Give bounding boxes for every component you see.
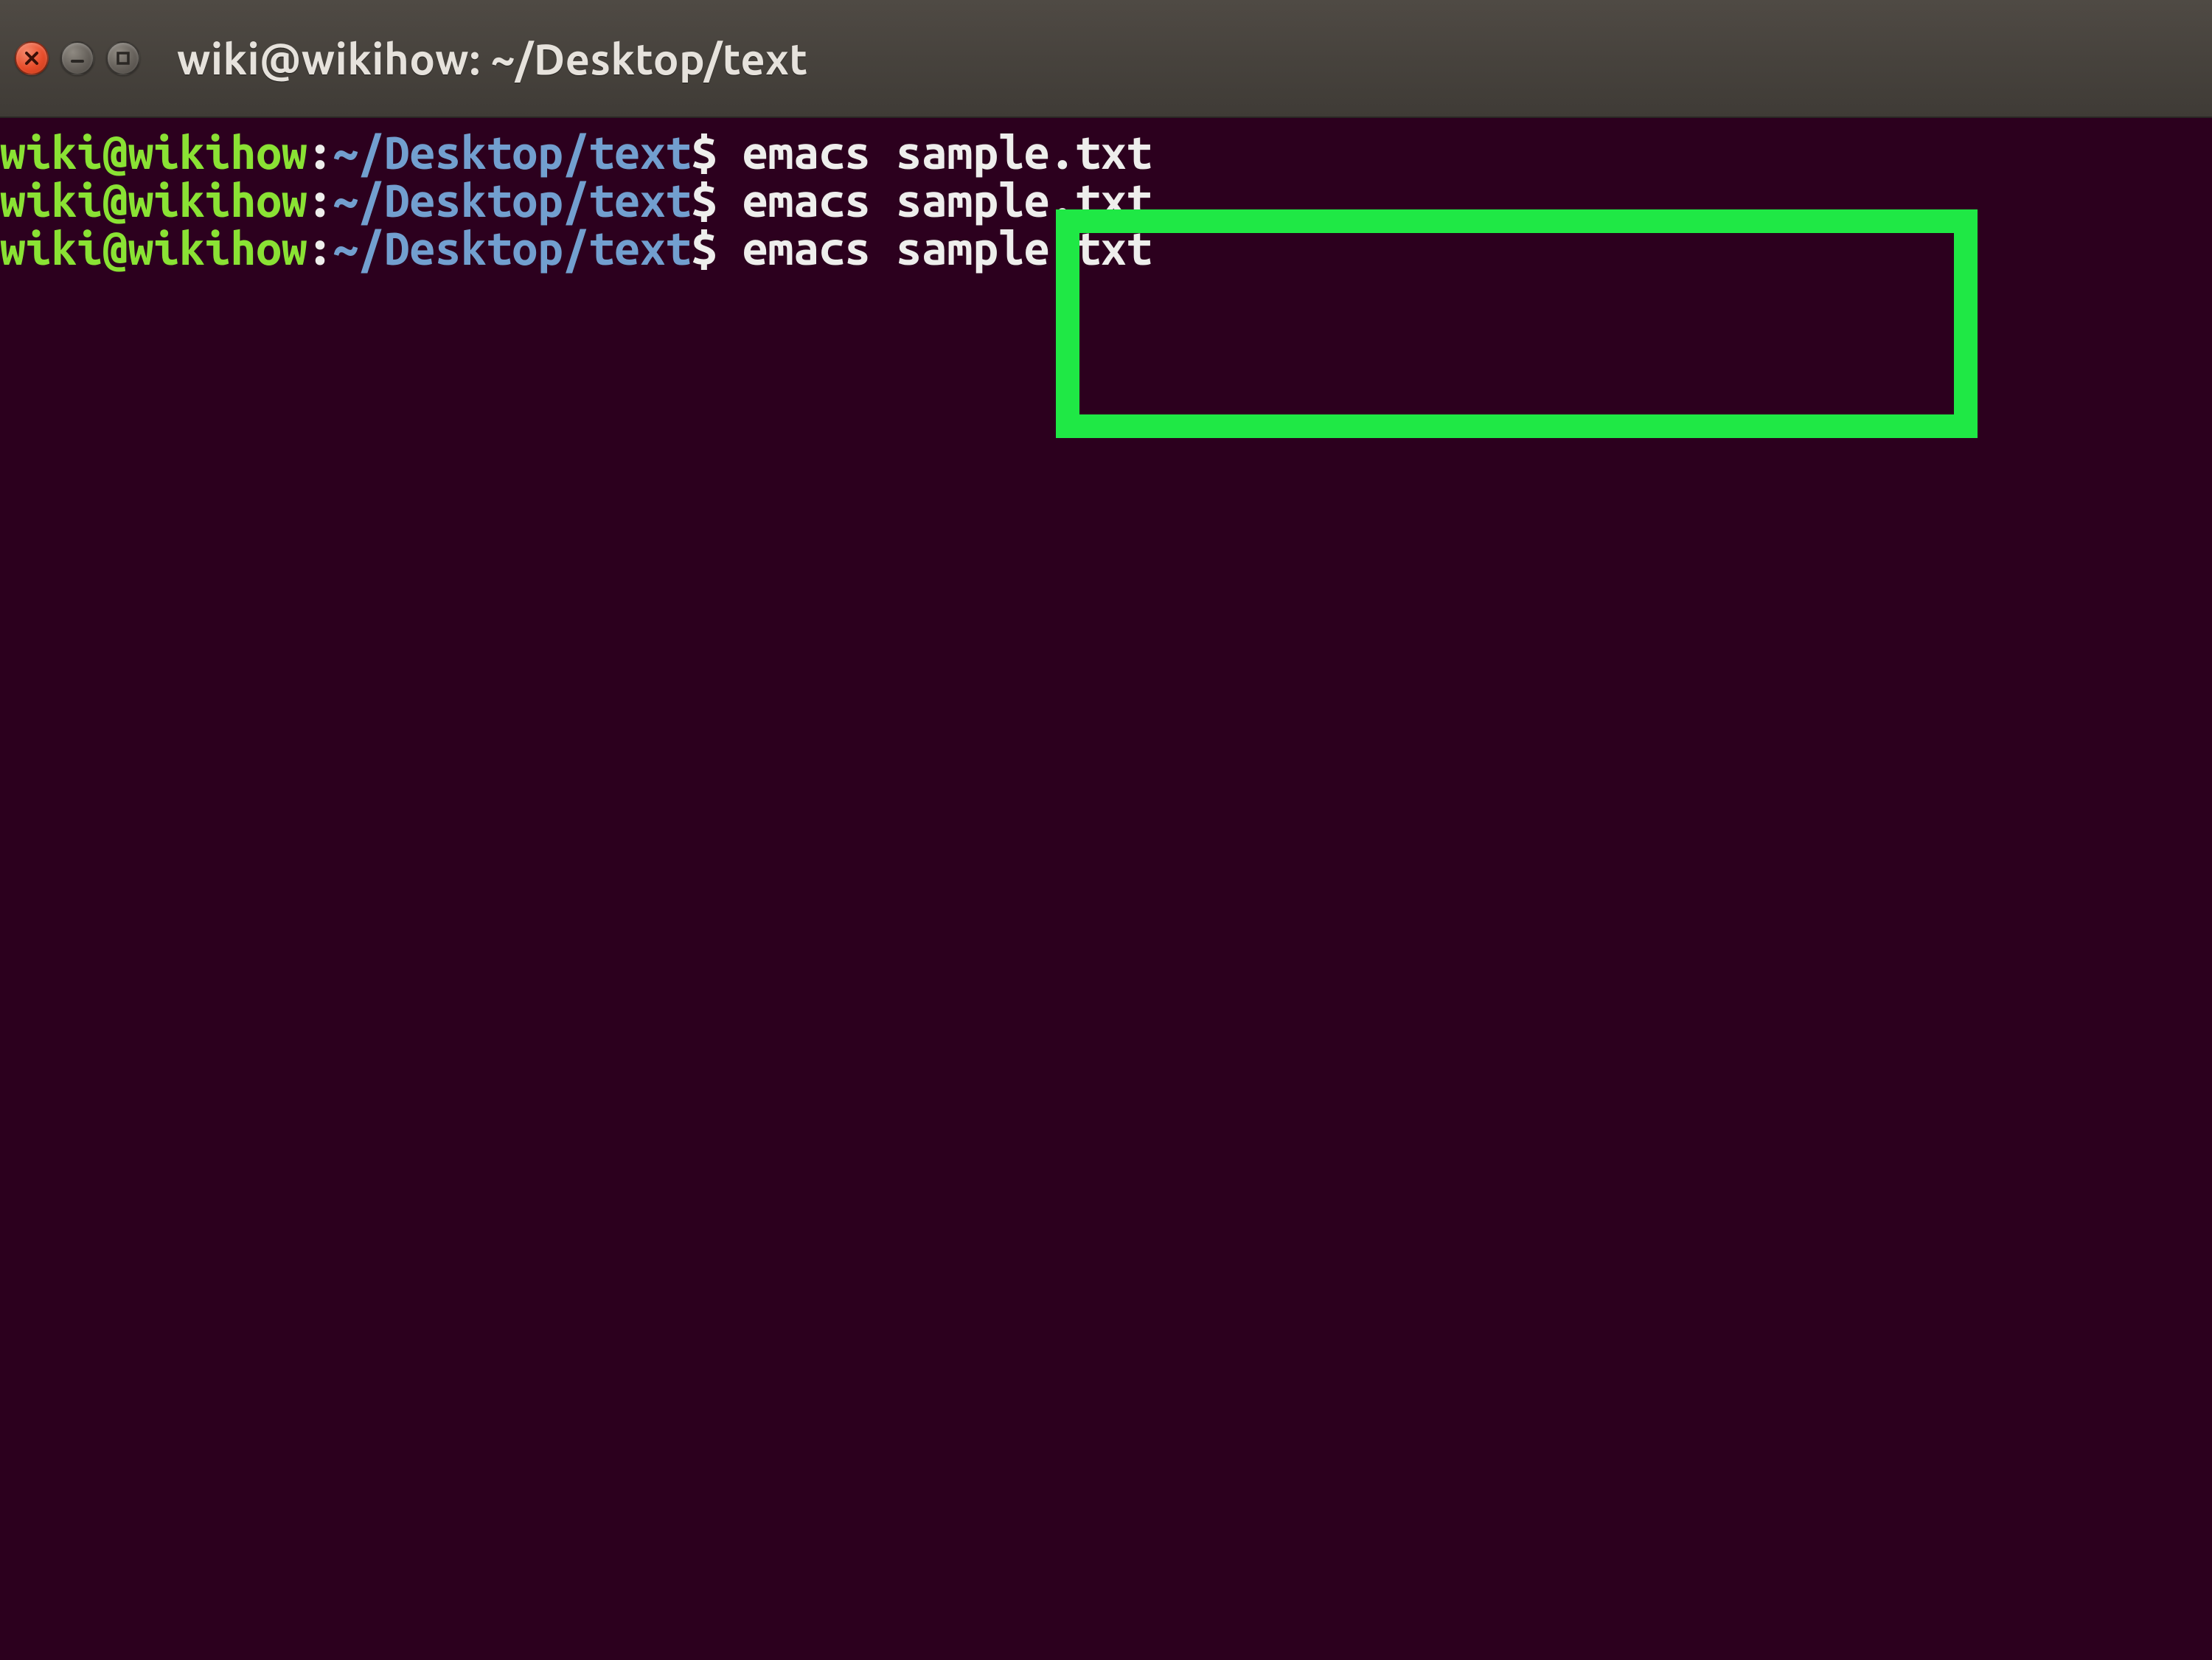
window-buttons (15, 41, 140, 75)
prompt-dollar: $ (691, 222, 742, 274)
prompt-dollar: $ (691, 174, 742, 226)
terminal-area[interactable]: wiki@wikihow:~/Desktop/text$ emacs sampl… (0, 118, 2212, 1660)
prompt-userhost: wiki@wikihow (0, 222, 307, 274)
terminal-line: wiki@wikihow:~/Desktop/text$ emacs sampl… (0, 128, 2212, 176)
command-text: emacs sample.txt (742, 222, 1152, 274)
minimize-icon (69, 50, 86, 66)
window-titlebar: wiki@wikihow: ~/Desktop/text (0, 0, 2212, 118)
terminal-line: wiki@wikihow:~/Desktop/text$ emacs sampl… (0, 224, 2212, 272)
prompt-dollar: $ (691, 126, 742, 178)
close-button[interactable] (15, 41, 49, 75)
close-icon (24, 50, 40, 66)
prompt-colon: : (307, 126, 333, 178)
prompt-userhost: wiki@wikihow (0, 126, 307, 178)
terminal-line: wiki@wikihow:~/Desktop/text$ emacs sampl… (0, 176, 2212, 224)
command-text: emacs sample.txt (742, 174, 1152, 226)
prompt-path: ~/Desktop/text (333, 222, 691, 274)
maximize-icon (115, 50, 131, 66)
maximize-button[interactable] (106, 41, 140, 75)
prompt-colon: : (307, 222, 333, 274)
prompt-colon: : (307, 174, 333, 226)
prompt-userhost: wiki@wikihow (0, 174, 307, 226)
window-title: wiki@wikihow: ~/Desktop/text (177, 35, 808, 83)
minimize-button[interactable] (60, 41, 94, 75)
prompt-path: ~/Desktop/text (333, 174, 691, 226)
prompt-path: ~/Desktop/text (333, 126, 691, 178)
command-text: emacs sample.txt (742, 126, 1152, 178)
